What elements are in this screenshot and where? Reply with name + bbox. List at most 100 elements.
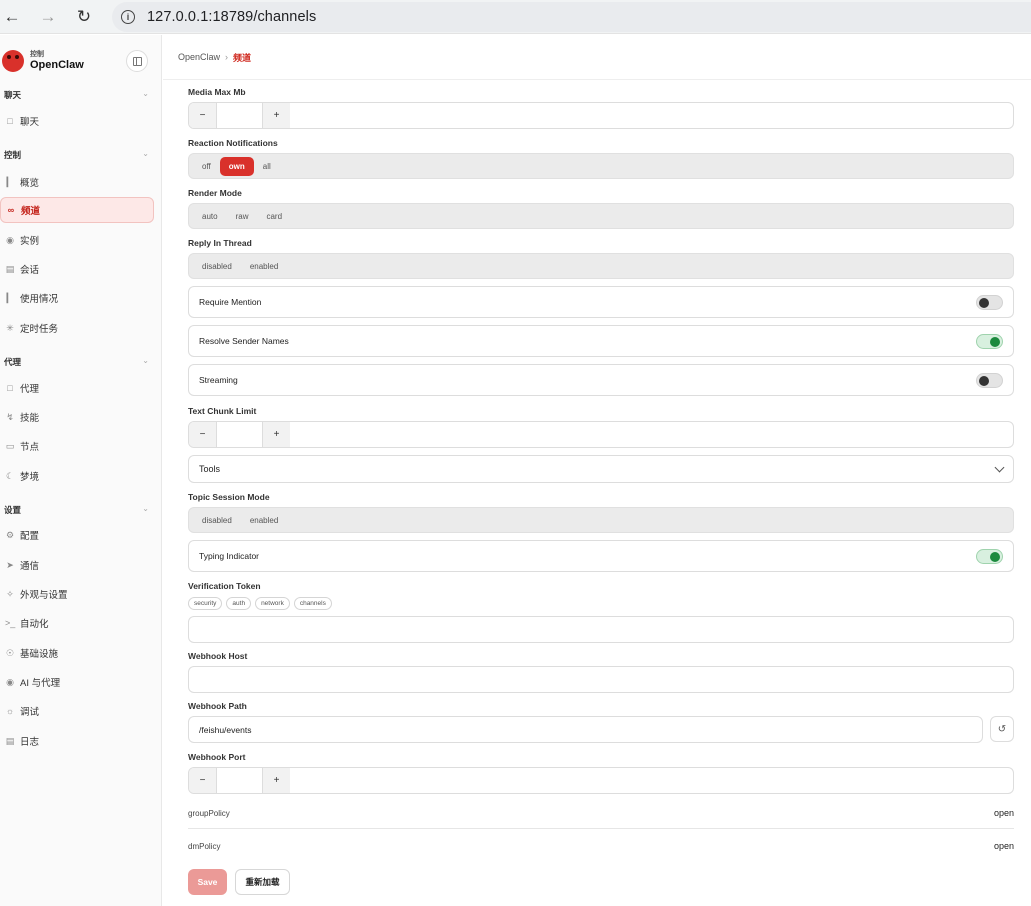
nav-group-chat[interactable]: 聊天 ⌄	[4, 89, 149, 101]
decrement-button[interactable]: −	[189, 768, 216, 793]
brain-icon: ◉	[6, 676, 14, 687]
breadcrumb-current: 频道	[233, 52, 252, 63]
increment-button[interactable]: +	[263, 768, 290, 793]
sidebar-item-automation[interactable]: >_ 自动化	[0, 610, 154, 636]
tag-list: security auth network channels	[188, 597, 332, 610]
reload-icon[interactable]: ↻	[73, 6, 95, 28]
reaction-notifications-segmented: off own all	[188, 153, 1014, 179]
link-icon: ∞	[7, 205, 15, 215]
require-mention-toggle[interactable]	[976, 294, 1003, 310]
reload-button[interactable]: 重新加载	[235, 869, 290, 895]
sidebar-item-config[interactable]: ⚙ 配置	[0, 522, 154, 548]
increment-button[interactable]: +	[263, 422, 290, 447]
segment-option-off[interactable]: off	[193, 157, 220, 176]
sidebar-item-label: 频道	[21, 206, 41, 217]
chevron-down-icon: ⌄	[142, 356, 149, 365]
sidebar-item-overview[interactable]: ▎ 概览	[0, 169, 154, 195]
group-policy-value: open	[993, 808, 1014, 818]
sidebar-item-label: 概览	[20, 178, 40, 189]
tag-auth: auth	[226, 597, 252, 610]
brand: 控制 OpenClaw	[2, 50, 84, 72]
sidebar-item-appearance[interactable]: ✧ 外观与设置	[0, 581, 154, 607]
folder-icon: □	[7, 383, 13, 393]
breadcrumb: OpenClaw › 频道	[163, 35, 1031, 80]
typing-indicator-toggle[interactable]	[976, 548, 1003, 564]
chat-icon: □	[7, 116, 13, 126]
sidebar-item-instances[interactable]: ◉ 实例	[0, 227, 154, 253]
sidebar-item-agents[interactable]: □ 代理	[0, 375, 154, 401]
sidebar-item-label: 自动化	[20, 619, 49, 630]
bug-icon: ☼	[5, 706, 15, 716]
dm-policy-row: dmPolicy open	[188, 841, 1014, 851]
scroll-icon: ▤	[5, 735, 15, 746]
sidebar-item-skills[interactable]: ↯ 技能	[0, 404, 154, 430]
gear-icon: ⚙	[5, 529, 15, 540]
sidebar-item-label: 梦境	[20, 472, 40, 483]
sidebar-item-ai-agents[interactable]: ◉ AI 与代理	[0, 669, 154, 695]
segment-option-enabled[interactable]: enabled	[241, 511, 287, 530]
webhook-host-input[interactable]	[188, 666, 1014, 693]
webhook-path-input[interactable]: /feishu/events	[188, 716, 983, 743]
segment-option-disabled[interactable]: disabled	[193, 257, 241, 276]
sidebar-item-logs[interactable]: ▤ 日志	[0, 728, 154, 754]
verification-token-input[interactable]	[188, 616, 1014, 643]
collapse-sidebar-button[interactable]	[126, 50, 148, 72]
resolve-sender-names-toggle[interactable]	[976, 333, 1003, 349]
streaming-toggle[interactable]	[976, 372, 1003, 388]
nav-group-label: 设置	[4, 505, 22, 515]
segment-option-disabled[interactable]: disabled	[193, 511, 241, 530]
webhook-port-input[interactable]	[216, 768, 263, 793]
save-button[interactable]: Save	[188, 869, 227, 895]
sidebar-item-debug[interactable]: ☼ 调试	[0, 698, 154, 724]
info-icon[interactable]: i	[121, 10, 135, 24]
sidebar-item-infrastructure[interactable]: ☉ 基础设施	[0, 640, 154, 666]
url-text[interactable]: 127.0.0.1:18789/channels	[147, 9, 316, 25]
brand-subtitle: 控制	[30, 51, 44, 58]
nav-group-agents[interactable]: 代理 ⌄	[4, 356, 149, 368]
chevron-down-icon: ⌄	[142, 149, 149, 158]
field-label: Reply In Thread	[188, 238, 252, 248]
sidebar-item-label: 技能	[20, 413, 40, 424]
send-icon: ➤	[6, 559, 14, 570]
sidebar-item-label: 使用情况	[20, 294, 59, 305]
segment-option-all[interactable]: all	[254, 157, 280, 176]
sidebar-item-label: 代理	[20, 384, 40, 395]
decrement-button[interactable]: −	[189, 422, 216, 447]
sidebar-item-usage[interactable]: ▎ 使用情况	[0, 285, 154, 311]
field-label: Render Mode	[188, 188, 242, 198]
sidebar-item-sessions[interactable]: ▤ 会话	[0, 256, 154, 282]
sidebar-item-nodes[interactable]: ▭ 节点	[0, 433, 154, 459]
increment-button[interactable]: +	[263, 103, 290, 128]
back-arrow-icon[interactable]: ←	[1, 6, 23, 28]
sparkle-icon: ✧	[6, 588, 14, 599]
document-icon: ▤	[5, 263, 15, 274]
decrement-button[interactable]: −	[189, 103, 216, 128]
sidebar-toggle-icon	[132, 56, 142, 66]
reset-icon[interactable]: ↺	[990, 716, 1014, 742]
segment-option-raw[interactable]: raw	[227, 207, 258, 226]
openclaw-logo-icon	[2, 50, 24, 72]
tag-security: security	[188, 597, 223, 610]
sidebar-item-communication[interactable]: ➤ 通信	[0, 552, 154, 578]
sidebar-item-label: 配置	[20, 531, 40, 542]
sidebar-item-channels[interactable]: ∞ 频道	[0, 197, 154, 223]
sidebar-item-cron[interactable]: ✳ 定时任务	[0, 315, 154, 341]
toggle-label: Require Mention	[199, 297, 262, 307]
nav-group-label: 聊天	[4, 90, 22, 100]
sidebar-item-chat[interactable]: □ 聊天	[0, 108, 154, 134]
toggle-label: Resolve Sender Names	[199, 336, 289, 346]
media-max-mb-input[interactable]	[216, 103, 263, 128]
segment-option-auto[interactable]: auto	[193, 207, 227, 226]
tools-collapsible[interactable]: Tools	[188, 455, 1014, 483]
forward-arrow-icon[interactable]: →	[37, 6, 59, 28]
segment-option-enabled[interactable]: enabled	[241, 257, 287, 276]
breadcrumb-root[interactable]: OpenClaw	[178, 52, 220, 62]
dm-policy-value: open	[993, 841, 1014, 851]
segment-option-card[interactable]: card	[257, 207, 291, 226]
sidebar-item-dreams[interactable]: ☾ 梦境	[0, 463, 154, 489]
nav-group-settings[interactable]: 设置 ⌄	[4, 504, 149, 516]
text-chunk-limit-input[interactable]	[216, 422, 263, 447]
segment-option-own[interactable]: own	[219, 156, 254, 176]
address-bar[interactable]: i 127.0.0.1:18789/channels	[112, 2, 1031, 32]
nav-group-control[interactable]: 控制 ⌄	[4, 149, 149, 161]
